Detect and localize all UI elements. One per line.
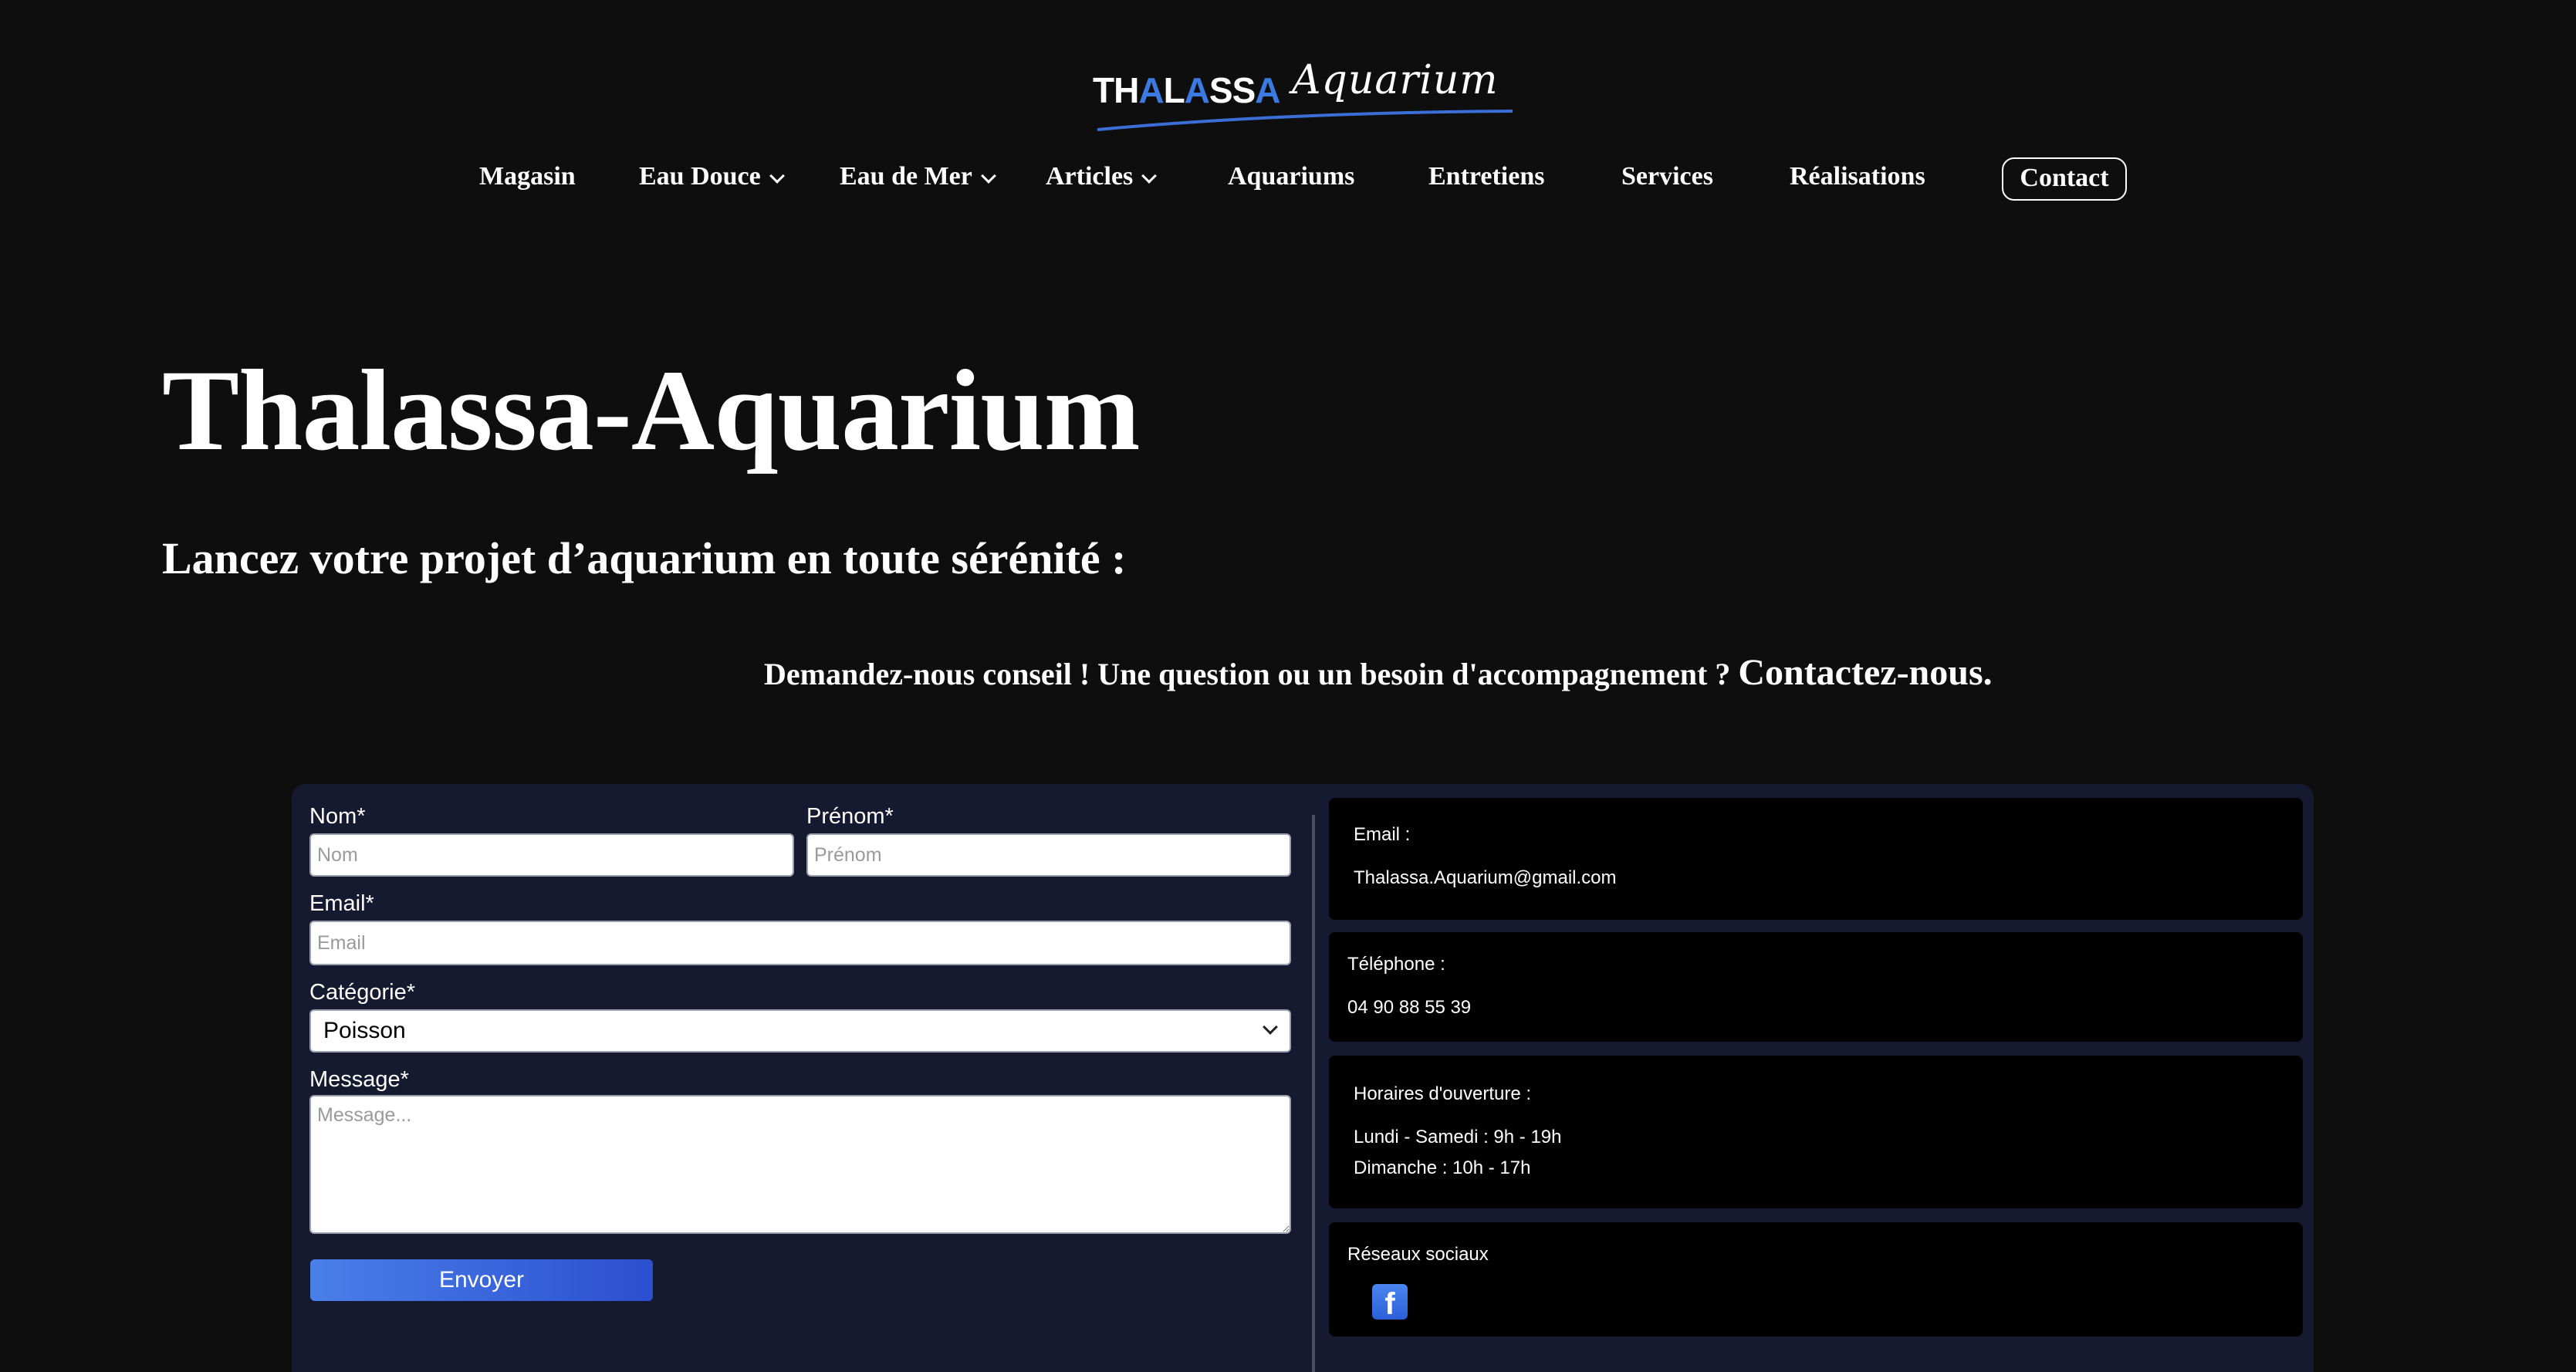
page-title: Thalassa-Aquarium xyxy=(162,346,1141,475)
nav-services[interactable]: Services xyxy=(1621,162,1713,191)
hours-weekdays: Lundi - Samedi : 9h - 19h xyxy=(1354,1127,1562,1147)
nom-field[interactable] xyxy=(309,833,794,877)
categorie-value: Poisson xyxy=(323,1018,406,1043)
chevron-down-icon xyxy=(769,168,785,184)
email-field[interactable] xyxy=(309,921,1291,965)
logo-wordmark: THALASSA xyxy=(1093,70,1281,110)
nav-label: Aquariums xyxy=(1228,162,1355,191)
nav-label: Eau de Mer xyxy=(840,162,972,191)
nav-label: Services xyxy=(1621,162,1713,191)
nav-contact-button[interactable]: Contact xyxy=(2002,157,2127,201)
social-card-title: Réseaux sociaux xyxy=(1347,1244,1489,1265)
hours-sunday: Dimanche : 10h - 17h xyxy=(1354,1157,1531,1178)
prenom-field[interactable] xyxy=(806,833,1291,877)
message-field[interactable] xyxy=(309,1095,1291,1234)
phone-number[interactable]: 04 90 88 55 39 xyxy=(1347,997,1471,1019)
hours-card-title: Horaires d'ouverture : xyxy=(1354,1083,1532,1104)
chevron-down-icon xyxy=(1263,1019,1278,1035)
contact-link[interactable]: Contactez-nous. xyxy=(1738,652,1992,693)
panel-divider xyxy=(1312,815,1315,1372)
chevron-down-icon xyxy=(980,168,996,184)
main-nav: Magasin Eau Douce Eau de Mer Articles Aq… xyxy=(0,154,2576,204)
page-subtitle: Lancez votre projet d’aquarium en toute … xyxy=(162,533,1127,583)
phone-card: Téléphone : 04 90 88 55 39 xyxy=(1329,932,2303,1042)
contact-prompt-text: Demandez-nous conseil ! Une question ou … xyxy=(764,657,1739,691)
nav-articles[interactable]: Articles xyxy=(1046,162,1158,191)
prenom-label: Prénom* xyxy=(806,804,894,829)
nav-magasin[interactable]: Magasin xyxy=(479,162,576,191)
nav-label: Eau Douce xyxy=(639,162,761,191)
nav-label: Magasin xyxy=(479,162,576,191)
email-card-title: Email : xyxy=(1354,824,1411,845)
send-button[interactable]: Envoyer xyxy=(310,1259,653,1301)
message-label: Message* xyxy=(309,1067,409,1092)
nav-label: Réalisations xyxy=(1790,162,1925,191)
nav-eau-douce[interactable]: Eau Douce xyxy=(639,162,785,191)
nav-eau-de-mer[interactable]: Eau de Mer xyxy=(840,162,996,191)
social-card: Réseaux sociaux f xyxy=(1329,1222,2303,1337)
phone-card-title: Téléphone : xyxy=(1347,954,1445,975)
categorie-select[interactable]: Poisson xyxy=(309,1009,1291,1053)
email-label: Email* xyxy=(309,891,374,916)
email-card: Email : Thalassa.Aquarium@gmail.com xyxy=(1329,798,2303,920)
facebook-icon[interactable]: f xyxy=(1372,1284,1408,1321)
logo-script: Aquarium xyxy=(1292,57,1499,103)
nav-entretiens[interactable]: Entretiens xyxy=(1428,162,1544,191)
chevron-down-icon xyxy=(1141,168,1158,184)
nav-realisations[interactable]: Réalisations xyxy=(1790,162,1925,191)
nav-label: Entretiens xyxy=(1428,162,1545,191)
nav-aquariums[interactable]: Aquariums xyxy=(1228,162,1354,191)
contact-prompt: Demandez-nous conseil ! Une question ou … xyxy=(764,651,1993,694)
site-logo[interactable]: THALASSA Aquarium xyxy=(1090,57,1513,136)
categorie-label: Catégorie* xyxy=(309,980,416,1005)
hours-card: Horaires d'ouverture : Lundi - Samedi : … xyxy=(1329,1056,2303,1208)
nom-label: Nom* xyxy=(309,804,366,829)
nav-label: Articles xyxy=(1046,162,1134,191)
email-address[interactable]: Thalassa.Aquarium@gmail.com xyxy=(1354,867,1617,889)
